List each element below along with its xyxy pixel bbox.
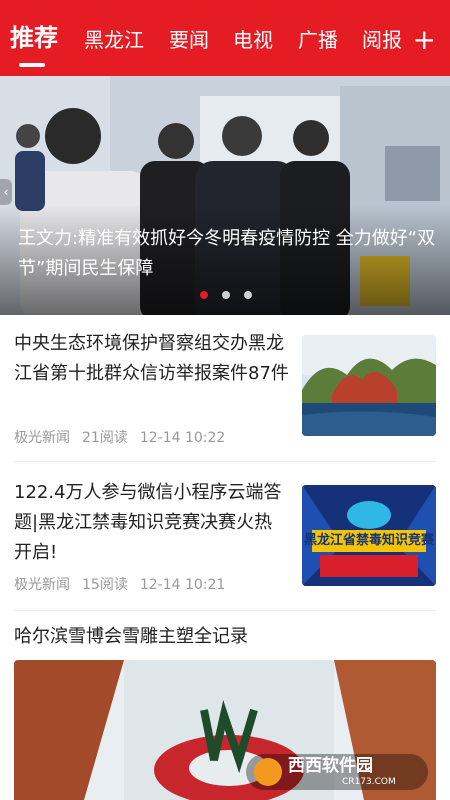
tab-headlines[interactable]: 要闻: [169, 26, 209, 54]
carousel-dot-1[interactable]: [200, 291, 208, 299]
carousel-dot-3[interactable]: [244, 291, 252, 299]
tab-heilongjiang[interactable]: 黑龙江: [84, 26, 144, 54]
news-title[interactable]: 哈尔滨雪博会雪雕主塑全记录: [14, 622, 248, 652]
tab-tv[interactable]: 电视: [233, 26, 273, 54]
news-time: 12-14 10:21: [139, 577, 226, 593]
news-title[interactable]: 中央生态环境保护督察组交办黑龙江省第十批群众信访举报案件87件: [14, 329, 289, 389]
active-tab-indicator: [19, 63, 45, 67]
watermark-sub: CR173.COM: [342, 777, 396, 787]
news-thumbnail[interactable]: [302, 335, 436, 436]
carousel-dot-2[interactable]: [222, 291, 230, 299]
news-item[interactable]: 122.4万人参与微信小程序云端答题|黑龙江禁毒知识竞赛决赛火热开启! 极光新闻…: [0, 462, 450, 610]
news-reads: 15阅读: [82, 577, 128, 593]
news-item[interactable]: 中央生态环境保护督察组交办黑龙江省第十批群众信访举报案件87件 极光新闻 21阅读…: [0, 315, 450, 461]
news-source: 极光新闻: [14, 577, 70, 593]
tab-newspaper[interactable]: 阅报: [362, 26, 402, 54]
watermark-logo: 西西软件园 CR173.COM: [246, 752, 428, 792]
divider: [14, 610, 436, 611]
top-bar: 推荐 黑龙江 要闻 电视 广播 阅报 +: [0, 0, 450, 76]
watermark-text: 西西软件园: [288, 756, 373, 776]
news-meta: 极光新闻 15阅读 12-14 10:21: [14, 574, 237, 594]
tab-radio[interactable]: 广播: [298, 26, 338, 54]
add-channel-icon[interactable]: +: [413, 26, 436, 54]
carousel-dots: [200, 291, 260, 301]
banner-carousel[interactable]: ‹ 王文力:精准有效抓好今冬明春疫情防控 全力做好“双节”期间民生保障: [0, 76, 450, 315]
banner-headline[interactable]: 王文力:精准有效抓好今冬明春疫情防控 全力做好“双节”期间民生保障: [18, 224, 436, 284]
news-source: 极光新闻: [14, 430, 70, 446]
news-time: 12-14 10:22: [139, 430, 226, 446]
carousel-prev-icon[interactable]: ‹: [0, 179, 12, 205]
news-title[interactable]: 122.4万人参与微信小程序云端答题|黑龙江禁毒知识竞赛决赛火热开启!: [14, 478, 289, 568]
news-thumbnail[interactable]: 黑龙江省禁毒知识竞赛: [302, 485, 436, 586]
channel-tabs: 推荐 黑龙江 要闻 电视 广播 阅报 +: [0, 18, 450, 67]
news-meta: 极光新闻 21阅读 12-14 10:22: [14, 427, 237, 447]
news-reads: 21阅读: [82, 430, 128, 446]
thumb-caption: 黑龙江省禁毒知识竞赛: [303, 533, 434, 548]
tab-recommend[interactable]: 推荐: [10, 24, 58, 52]
